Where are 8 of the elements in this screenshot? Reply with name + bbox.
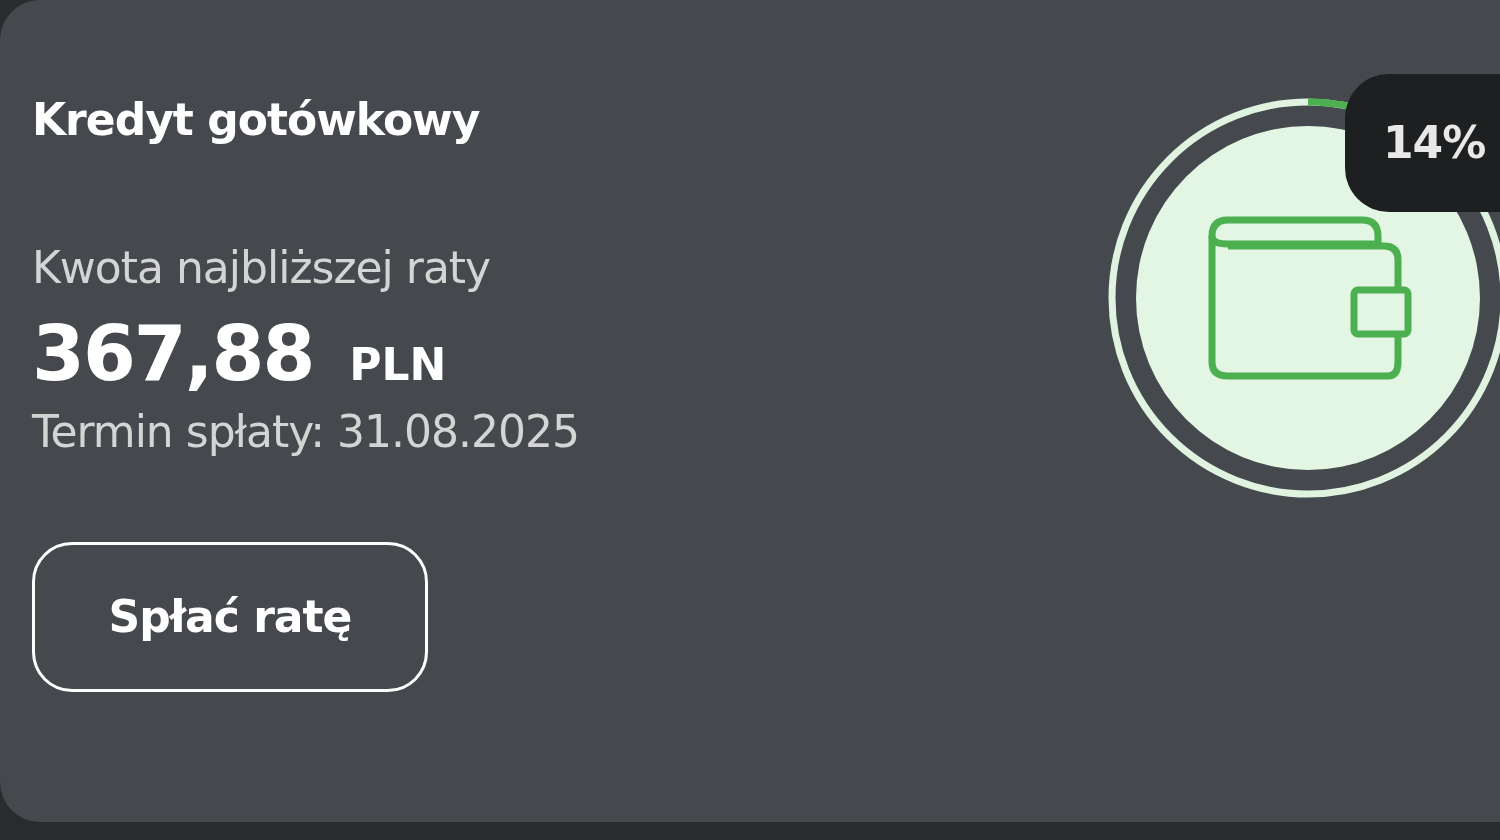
loan-title: Kredyt gotówkowy [32, 93, 481, 147]
amount-value: 367,88 [32, 310, 314, 398]
currency-label: PLN [349, 338, 447, 392]
installment-label: Kwota najbliższej raty [32, 241, 492, 295]
due-date: Termin spłaty: 31.08.2025 [32, 405, 579, 459]
pay-button[interactable]: Spłać ratę [32, 542, 428, 692]
percent-label: 14% [1383, 116, 1486, 170]
wallet-icon [1208, 216, 1412, 380]
